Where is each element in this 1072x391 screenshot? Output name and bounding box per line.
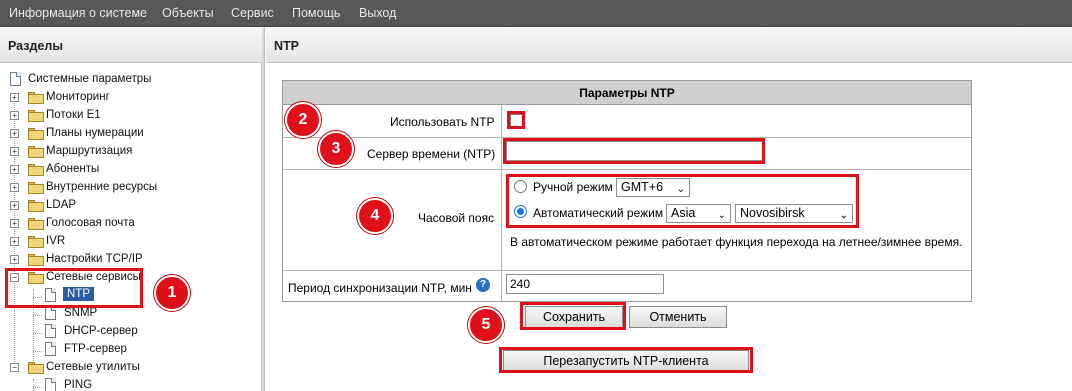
menu-system-info[interactable]: Информация о системе	[9, 6, 147, 20]
column-divider	[501, 105, 502, 302]
folder-icon	[28, 164, 44, 176]
panel-splitter[interactable]	[262, 28, 265, 391]
tree-item-label: Сетевые утилиты	[46, 361, 140, 373]
tree-item-dhcp[interactable]: DHCP-сервер	[0, 323, 260, 341]
highlight-box	[520, 302, 626, 330]
tree-item-label: Потоки E1	[46, 109, 101, 121]
content-header: NTP	[266, 28, 1072, 63]
use-ntp-label: Использовать NTP	[390, 115, 495, 129]
highlight-box	[506, 174, 859, 228]
tree-item-ping[interactable]: PING	[0, 377, 260, 391]
highlight-box	[507, 111, 525, 129]
top-menu-bar: Информация о системе Объекты Сервис Помо…	[0, 0, 1072, 27]
tree-item-tcpip[interactable]: + Настройки TCP/IP	[0, 251, 260, 269]
step-badge-1: 1	[154, 275, 190, 311]
tree-item-ftp[interactable]: FTP-сервер	[0, 341, 260, 359]
folder-icon	[28, 200, 44, 212]
row-divider	[283, 169, 971, 170]
tree-item-label: Системные параметры	[28, 73, 152, 85]
menu-exit[interactable]: Выход	[359, 6, 396, 20]
tree-item-label: DHCP-сервер	[64, 325, 138, 337]
tree-item-label: Настройки TCP/IP	[46, 253, 143, 265]
tree-item-label: Маршрутизация	[46, 145, 133, 157]
expand-icon[interactable]: +	[10, 201, 19, 210]
tree-item-internal-resources[interactable]: + Внутренние ресурсы	[0, 179, 260, 197]
tree-item-label: SNMP	[64, 307, 98, 319]
tree-item-network-utils[interactable]: − Сетевые утилиты	[0, 359, 260, 377]
row-divider	[283, 270, 971, 271]
tree-item-ivr[interactable]: + IVR	[0, 233, 260, 251]
folder-icon	[28, 146, 44, 158]
tree-item-routing[interactable]: + Маршрутизация	[0, 143, 260, 161]
page-icon	[45, 342, 56, 356]
sections-header: Разделы	[0, 28, 262, 63]
folder-icon	[28, 110, 44, 122]
tree-item-label: Абоненты	[46, 163, 100, 175]
tree-item-monitoring[interactable]: + Мониторинг	[0, 89, 260, 107]
timezone-label: Часовой пояс	[418, 211, 495, 225]
tree-item-label: Голосовая почта	[46, 217, 135, 229]
highlight-box	[503, 138, 765, 164]
expand-icon[interactable]: +	[10, 255, 19, 264]
tree-item-label: IVR	[46, 235, 66, 247]
collapse-icon[interactable]: −	[10, 363, 19, 372]
table-header: Параметры NTP	[283, 81, 971, 105]
page-icon	[45, 378, 56, 391]
tree-item-label: Планы нумерации	[46, 127, 144, 139]
server-label: Сервер времени (NTP)	[367, 147, 496, 161]
help-icon[interactable]: ?	[476, 278, 490, 292]
expand-icon[interactable]: +	[10, 93, 19, 102]
expand-icon[interactable]: +	[10, 237, 19, 246]
step-badge-3: 3	[318, 131, 354, 167]
folder-icon	[28, 128, 44, 140]
menu-help[interactable]: Помощь	[292, 6, 340, 20]
step-badge-4: 4	[357, 198, 393, 234]
sections-title: Разделы	[8, 39, 63, 53]
menu-service[interactable]: Сервис	[231, 6, 274, 20]
menu-objects[interactable]: Объекты	[162, 6, 214, 20]
expand-icon[interactable]: +	[10, 219, 19, 228]
tree-item-system-params[interactable]: Системные параметры	[0, 71, 260, 89]
step-badge-2: 2	[285, 102, 321, 138]
page-icon	[45, 306, 56, 320]
highlight-box	[499, 347, 753, 373]
step-badge-5: 5	[468, 307, 504, 343]
tree-item-voicemail[interactable]: + Голосовая почта	[0, 215, 260, 233]
table-title: Параметры NTP	[579, 86, 675, 100]
folder-open-icon	[28, 362, 44, 374]
sections-panel: Разделы Системные параметры + Мониторинг…	[0, 28, 262, 391]
expand-icon[interactable]: +	[10, 147, 19, 156]
folder-icon	[28, 218, 44, 230]
tree-item-label: PING	[64, 379, 93, 391]
folder-icon	[28, 92, 44, 104]
page-icon	[10, 72, 21, 86]
tree-item-e1[interactable]: + Потоки E1	[0, 107, 260, 125]
folder-icon	[28, 254, 44, 266]
expand-icon[interactable]: +	[10, 165, 19, 174]
dst-note: В автоматическом режиме работает функция…	[510, 235, 963, 249]
tree-item-subscribers[interactable]: + Абоненты	[0, 161, 260, 179]
tree-item-label: Мониторинг	[46, 91, 110, 103]
period-label: Период синхронизации NTP, мин	[288, 281, 472, 295]
tree-item-label: Внутренние ресурсы	[46, 181, 158, 193]
highlight-box	[5, 268, 143, 308]
tree-item-ldap[interactable]: + LDAP	[0, 197, 260, 215]
tree-item-label: FTP-сервер	[64, 343, 127, 355]
folder-icon	[28, 182, 44, 194]
tree-item-label: LDAP	[46, 199, 77, 211]
page-icon	[45, 324, 56, 338]
sync-period-input[interactable]	[506, 274, 664, 294]
folder-icon	[28, 236, 44, 248]
tree-item-numbering-plans[interactable]: + Планы нумерации	[0, 125, 260, 143]
expand-icon[interactable]: +	[10, 129, 19, 138]
expand-icon[interactable]: +	[10, 111, 19, 120]
content-title: NTP	[274, 39, 299, 53]
expand-icon[interactable]: +	[10, 183, 19, 192]
cancel-button[interactable]: Отменить	[629, 306, 727, 328]
